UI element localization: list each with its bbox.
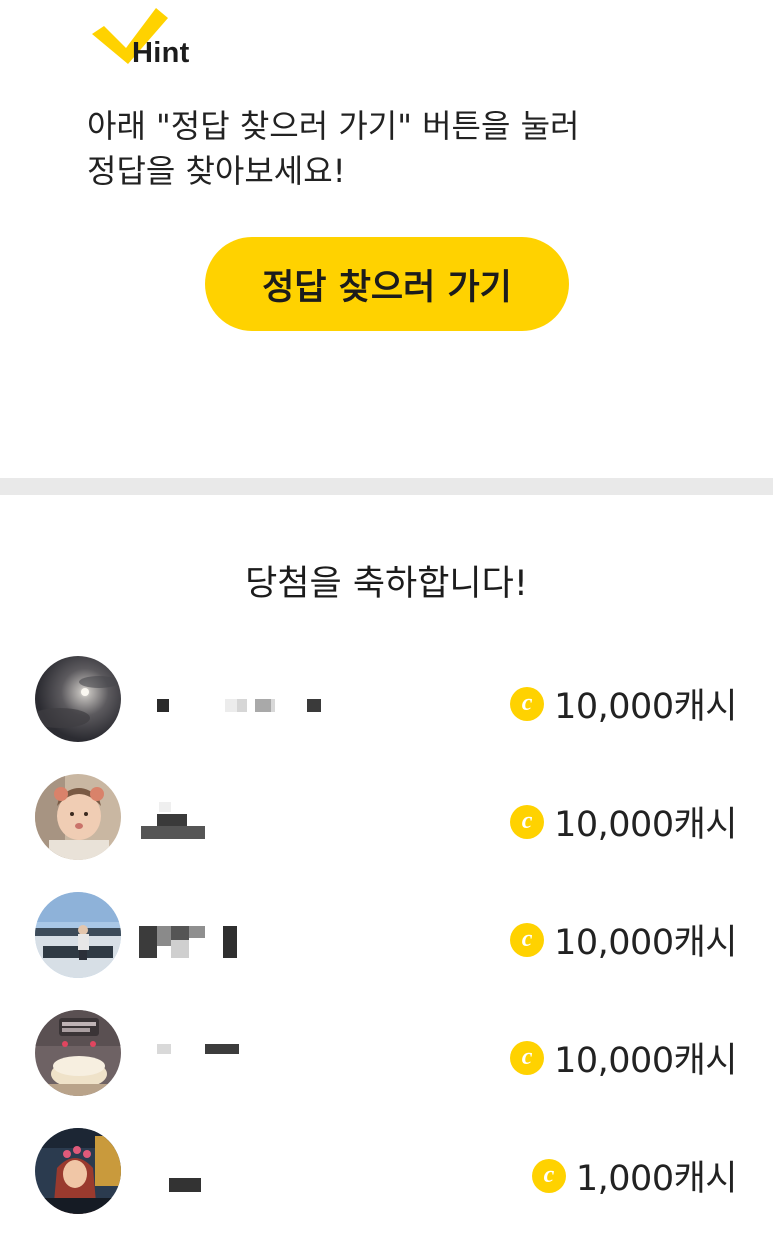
winner-avatar (35, 1128, 121, 1214)
winner-avatar (35, 1010, 121, 1096)
winner-list: c 10,000캐시 c 10,000캐시 c 10,000캐시 c 10,00… (0, 640, 773, 1230)
winner-reward: c 10,000캐시 (510, 678, 737, 729)
winner-avatar (35, 774, 121, 860)
winner-name-masked (135, 1034, 375, 1074)
reward-amount: 10,000캐시 (554, 805, 737, 845)
section-divider (0, 478, 773, 495)
winner-name-masked (135, 916, 375, 958)
winner-avatar (35, 656, 121, 742)
winners-title: 당첨을 축하합니다! (245, 564, 528, 604)
hint-message-line-2: 정답을 찾아보세요! (87, 152, 346, 190)
winner-name-masked (135, 680, 375, 720)
illustrated-character-photo (35, 1128, 121, 1214)
reward-amount: 10,000캐시 (554, 1041, 737, 1081)
reward-amount: 1,000캐시 (575, 1159, 738, 1199)
winner-reward: c 10,000캐시 (510, 796, 737, 847)
hint-message: 아래 "정답 찾으러 가기" 버튼을 눌러 정답을 찾아보세요! (87, 104, 727, 194)
winner-row: c 10,000캐시 (0, 994, 773, 1112)
cash-coin-icon: c (510, 804, 545, 839)
cash-coin-icon: c (531, 1158, 566, 1193)
winner-reward: c 10,000캐시 (510, 1032, 737, 1083)
cash-coin-icon: c (510, 1040, 545, 1075)
cash-coin-icon: c (510, 686, 545, 721)
hint-header: Hint (90, 4, 230, 69)
person-outdoor-lake-photo (35, 892, 121, 978)
find-answer-button[interactable]: 정답 찾으러 가기 (205, 237, 569, 331)
moon-night-sky-photo (35, 656, 121, 742)
cash-coin-icon: c (510, 922, 545, 957)
birthday-cake-photo (35, 1010, 121, 1096)
winner-row: c 10,000캐시 (0, 640, 773, 758)
winner-row: c 10,000캐시 (0, 876, 773, 994)
winner-name-masked (135, 1152, 375, 1192)
reward-amount: 10,000캐시 (554, 687, 737, 727)
winner-name-masked (135, 798, 375, 839)
winner-avatar (35, 892, 121, 978)
winner-row: c 10,000캐시 (0, 758, 773, 876)
winner-reward: c 10,000캐시 (510, 914, 737, 965)
winner-row: c 1,000캐시 (0, 1112, 773, 1230)
child-portrait-photo (35, 774, 121, 860)
hint-message-line-1: 아래 "정답 찾으러 가기" 버튼을 눌러 (87, 107, 580, 145)
winner-reward: c 1,000캐시 (531, 1150, 738, 1201)
reward-amount: 10,000캐시 (554, 923, 737, 963)
hint-label: Hint (132, 37, 190, 69)
